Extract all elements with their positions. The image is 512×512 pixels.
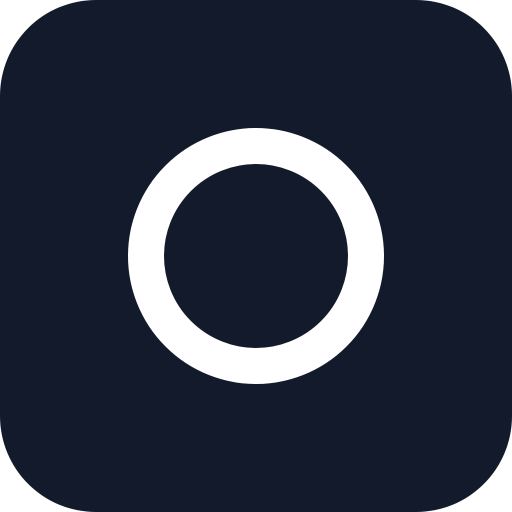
app-icon-tile: [0, 0, 512, 512]
app-icon-canvas: [0, 0, 512, 512]
circle-outline-icon: [128, 128, 384, 384]
